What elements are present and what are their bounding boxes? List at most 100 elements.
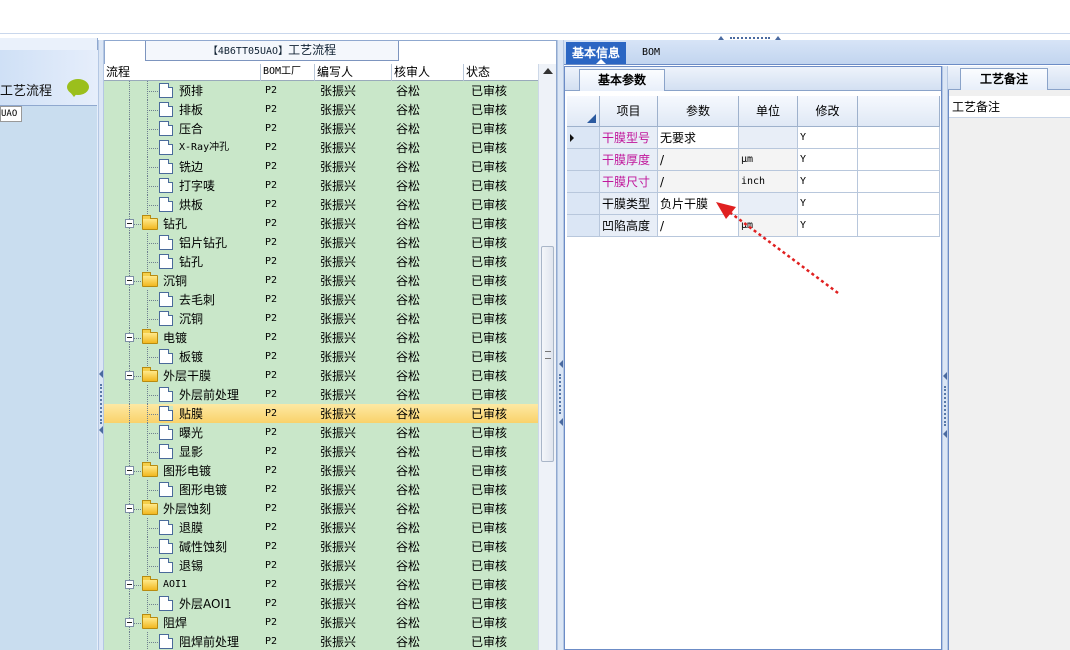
tree-row[interactable]: X-Ray冲孔 P2 张振兴 谷松 已审核 [104,138,538,157]
tree-row[interactable]: 铝片钻孔 P2 张振兴 谷松 已审核 [104,233,538,252]
grid-col-unit[interactable]: 单位 [739,96,798,127]
corner-triangle-icon [587,114,596,123]
tree-row[interactable]: 阻焊前处理 P2 张振兴 谷松 已审核 [104,632,538,650]
collapse-toggle-icon[interactable] [125,276,134,285]
tree-row[interactable]: 退锡 P2 张振兴 谷松 已审核 [104,556,538,575]
param-cell-item: 干膜类型 [600,193,658,215]
left-pane-tab[interactable]: UAO [0,106,22,122]
tree-row[interactable]: 压合 P2 张振兴 谷松 已审核 [104,119,538,138]
tree-row[interactable]: 沉铜 P2 张振兴 谷松 已审核 [104,271,538,290]
scroll-up-arrow-icon[interactable] [543,68,553,74]
tree-row-name: 铣边 [179,160,204,174]
row-header[interactable] [567,171,600,193]
row-header[interactable] [567,215,600,237]
row-header[interactable] [567,193,600,215]
tree-row-author: 张振兴 [320,179,357,193]
grid-col-param[interactable]: 参数 [658,96,739,127]
row-header[interactable] [567,127,600,149]
tree-col-factory[interactable]: BOM工厂 [261,64,315,81]
tree-row-factory: P2 [265,617,278,628]
collapse-toggle-icon[interactable] [125,580,134,589]
tree-col-flow[interactable]: 流程 [104,64,261,81]
tree-row[interactable]: 铣边 P2 张振兴 谷松 已审核 [104,157,538,176]
param-row[interactable]: 干膜厚度 / μm Y [567,149,940,171]
tree-row-status: 已审核 [471,103,508,117]
tree-row[interactable]: 去毛刺 P2 张振兴 谷松 已审核 [104,290,538,309]
tree-row[interactable]: 阻焊 P2 张振兴 谷松 已审核 [104,613,538,632]
row-header[interactable] [567,149,600,171]
param-row[interactable]: 干膜型号 无要求 Y [567,127,940,149]
param-cell-modify[interactable]: Y [798,171,858,193]
tree-row[interactable]: 曝光 P2 张振兴 谷松 已审核 [104,423,538,442]
tree-row-reviewer: 谷松 [396,274,421,288]
tree-row-status: 已审核 [471,597,508,611]
tree-row-name: 沉铜 [179,312,204,326]
tree-row-reviewer: 谷松 [396,84,421,98]
tree-row[interactable]: 外层AOI1 P2 张振兴 谷松 已审核 [104,594,538,613]
collapse-toggle-icon[interactable] [125,219,134,228]
tree-row-reviewer: 谷松 [396,521,421,535]
collapse-toggle-icon[interactable] [125,618,134,627]
document-icon [159,140,173,155]
left-pane-title: 工艺流程 [0,84,53,99]
param-cell-modify[interactable]: Y [798,127,858,149]
tree-vertical-scrollbar[interactable] [538,64,556,650]
middle-splitter[interactable] [557,40,564,650]
param-cell-param[interactable]: 无要求 [658,127,739,149]
tree-line [147,632,148,650]
tree-row-author: 张振兴 [320,122,357,136]
tree-row[interactable]: 沉铜 P2 张振兴 谷松 已审核 [104,309,538,328]
tree-row[interactable]: 打字唛 P2 张振兴 谷松 已审核 [104,176,538,195]
tree-row[interactable]: 图形电镀 P2 张振兴 谷松 已审核 [104,461,538,480]
tree-row[interactable]: 外层蚀刻 P2 张振兴 谷松 已审核 [104,499,538,518]
tree-row-author: 张振兴 [320,616,357,630]
tree-line [147,566,158,567]
tree-row[interactable]: 板镀 P2 张振兴 谷松 已审核 [104,347,538,366]
tree-row[interactable]: 退膜 P2 张振兴 谷松 已审核 [104,518,538,537]
tree-row-author: 张振兴 [320,635,357,649]
tree-row-author: 张振兴 [320,331,357,345]
collapse-toggle-icon[interactable] [125,504,134,513]
tree-row[interactable]: 烘板 P2 张振兴 谷松 已审核 [104,195,538,214]
tree-row[interactable]: 外层干膜 P2 张振兴 谷松 已审核 [104,366,538,385]
tree-row[interactable]: 钻孔 P2 张振兴 谷松 已审核 [104,214,538,233]
collapse-toggle-icon[interactable] [125,333,134,342]
param-cell-param[interactable]: / [658,149,739,171]
tree-row[interactable]: 钻孔 P2 张振兴 谷松 已审核 [104,252,538,271]
scroll-thumb[interactable] [541,246,554,462]
tree-col-status[interactable]: 状态 [464,64,538,81]
comment-bubble-icon[interactable] [67,79,89,97]
grid-corner[interactable] [567,96,600,127]
tree-row[interactable]: 显影 P2 张振兴 谷松 已审核 [104,442,538,461]
param-cell-param[interactable]: / [658,171,739,193]
tab-process-notes[interactable]: 工艺备注 [960,68,1048,90]
tree-line [147,642,158,643]
document-icon [159,197,173,212]
tree-row-reviewer: 谷松 [396,293,421,307]
grid-col-item[interactable]: 项目 [600,96,658,127]
param-row[interactable]: 干膜尺寸 / inch Y [567,171,940,193]
tab-basic-params[interactable]: 基本参数 [579,69,665,91]
tree-row[interactable]: AOI1 P2 张振兴 谷松 已审核 [104,575,538,594]
tree-row[interactable]: 图形电镀 P2 张振兴 谷松 已审核 [104,480,538,499]
tab-bom[interactable]: BOM [636,42,666,64]
grid-col-modify[interactable]: 修改 [798,96,858,127]
tree-row[interactable]: 排板 P2 张振兴 谷松 已审核 [104,100,538,119]
tree-row-status: 已审核 [471,274,508,288]
tree-row[interactable]: 外层前处理 P2 张振兴 谷松 已审核 [104,385,538,404]
param-cell-modify[interactable]: Y [798,149,858,171]
tree-row-name: 碱性蚀刻 [179,540,228,554]
collapse-toggle-icon[interactable] [125,371,134,380]
tree-row[interactable]: 碱性蚀刻 P2 张振兴 谷松 已审核 [104,537,538,556]
tree-col-author[interactable]: 编写人 [315,64,392,81]
tree-row-reviewer: 谷松 [396,331,421,345]
tree-row-factory: P2 [265,313,278,324]
tree-row-factory: P2 [265,180,278,191]
tree-line [129,632,130,650]
tree-row[interactable]: 预排 P2 张振兴 谷松 已审核 [104,81,538,100]
tree-col-reviewer[interactable]: 核审人 [392,64,464,81]
collapse-toggle-icon[interactable] [125,466,134,475]
tree-row[interactable]: 电镀 P2 张振兴 谷松 已审核 [104,328,538,347]
tree-row[interactable]: 贴膜 P2 张振兴 谷松 已审核 [104,404,538,423]
tree-row-name: 钻孔 [179,255,204,269]
